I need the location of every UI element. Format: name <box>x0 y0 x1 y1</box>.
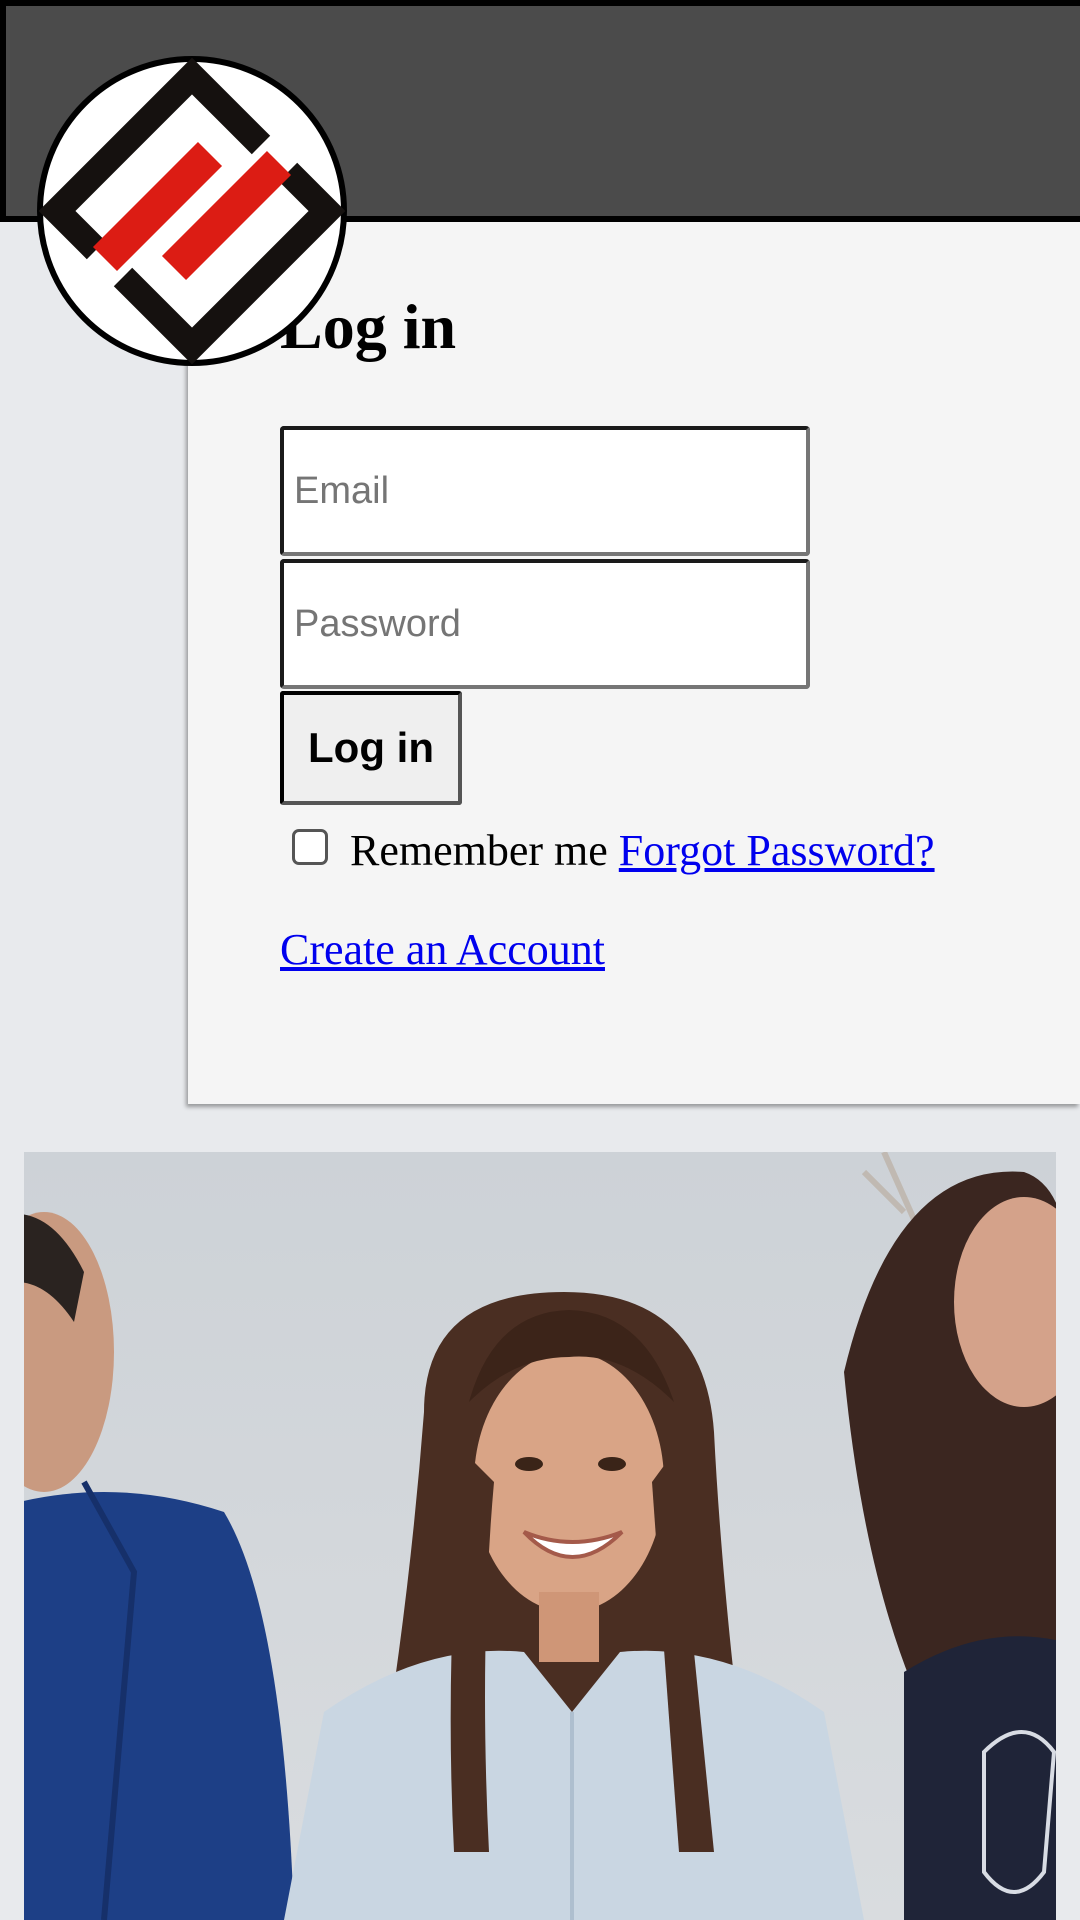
login-button[interactable]: Log in <box>280 691 462 805</box>
create-account-link[interactable]: Create an Account <box>280 910 605 990</box>
remember-checkbox[interactable] <box>292 829 328 865</box>
people-photo <box>24 1152 1056 1920</box>
forgot-password-link[interactable]: Forgot Password? <box>619 825 935 876</box>
remember-label: Remember me <box>350 825 608 875</box>
brand-logo-icon[interactable] <box>36 55 348 367</box>
remember-row: Remember me Forgot Password? <box>280 810 935 890</box>
password-field[interactable] <box>280 559 810 689</box>
email-field[interactable] <box>280 426 810 556</box>
